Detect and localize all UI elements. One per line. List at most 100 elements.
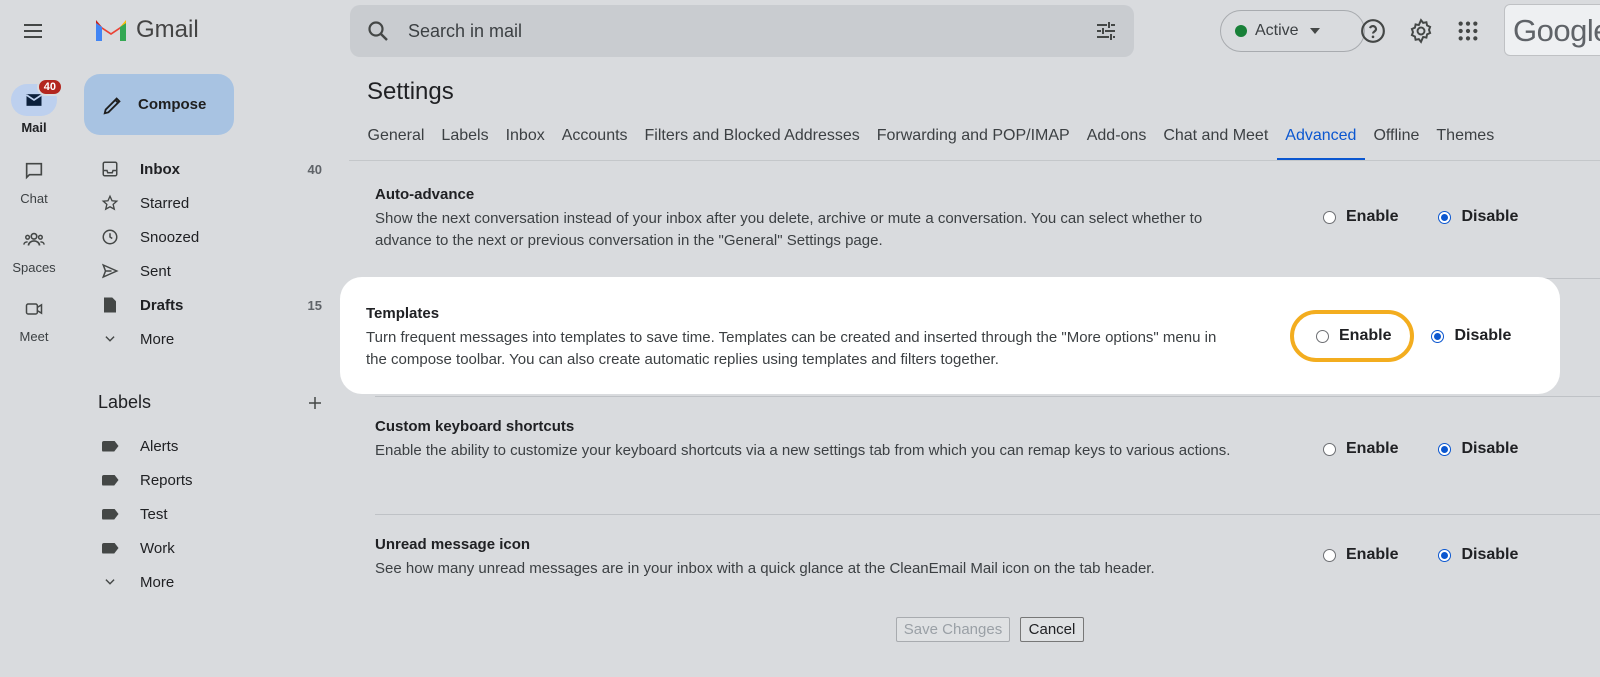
rail-item-meet[interactable]: Meet: [0, 293, 68, 344]
rail-item-label: Spaces: [12, 260, 56, 275]
setting-description: See how many unread messages are in your…: [375, 560, 1155, 577]
page-title: Settings: [367, 78, 454, 105]
tab-advanced[interactable]: Advanced: [1276, 128, 1366, 161]
tab-chat-meet[interactable]: Chat and Meet: [1155, 128, 1277, 158]
sidebar-item-label: Inbox: [140, 160, 180, 178]
auto-advance-enable-option[interactable]: Enable: [1323, 208, 1398, 226]
inbox-icon: [100, 159, 120, 179]
label-item-label: Work: [140, 539, 175, 557]
search-icon[interactable]: [366, 19, 390, 43]
tab-forwarding[interactable]: Forwarding and POP/IMAP: [868, 128, 1078, 158]
tab-filters[interactable]: Filters and Blocked Addresses: [636, 128, 868, 158]
label-item-reports[interactable]: Reports: [100, 466, 322, 494]
compose-button[interactable]: Compose: [84, 74, 234, 135]
sidebar-item-sent[interactable]: Sent: [100, 257, 322, 285]
rail-item-label: Chat: [20, 191, 48, 206]
label-item-alerts[interactable]: Alerts: [100, 432, 322, 460]
radio-button[interactable]: [1438, 442, 1452, 456]
gmail-logo-text: Gmail: [136, 16, 199, 43]
unread-icon-enable-option[interactable]: Enable: [1323, 546, 1398, 564]
sidebar-item-label: Snoozed: [140, 228, 200, 246]
rail-item-chat[interactable]: Chat: [0, 155, 68, 206]
main-menu-icon[interactable]: [21, 19, 45, 43]
tab-accounts[interactable]: Accounts: [553, 128, 636, 158]
label-item-test[interactable]: Test: [100, 500, 322, 528]
sidebar-item-snoozed[interactable]: Snoozed: [100, 223, 322, 251]
option-label: Disable: [1461, 546, 1519, 563]
unread-icon-radio-group: Enable Disable: [1323, 546, 1518, 564]
tab-general[interactable]: General: [359, 128, 433, 158]
auto-advance-disable-option[interactable]: Disable: [1438, 208, 1518, 226]
label-tag-icon: [100, 538, 120, 558]
google-account-logo[interactable]: Google: [1504, 4, 1600, 56]
radio-button[interactable]: [1438, 210, 1452, 224]
radio-button[interactable]: [1431, 329, 1445, 343]
label-tag-icon: [100, 470, 120, 490]
row-divider: [375, 514, 1600, 515]
apps-grid-icon[interactable]: [1455, 18, 1481, 44]
templates-text: Templates Turn frequent messages into te…: [366, 305, 1246, 371]
radio-button[interactable]: [1438, 548, 1452, 562]
sidebar-item-label: Sent: [140, 262, 171, 280]
app-rail: 40 Mail Chat Spaces Meet: [0, 0, 70, 677]
setting-title: Auto-advance: [375, 186, 475, 203]
label-item-label: Alerts: [140, 437, 179, 455]
pencil-icon: [102, 94, 124, 116]
caret-down-icon: [1309, 27, 1321, 35]
rail-spaces-wrap: [11, 224, 57, 256]
shortcuts-enable-option[interactable]: Enable: [1323, 440, 1398, 458]
gmail-logo[interactable]: Gmail: [94, 16, 199, 44]
sidebar-item-label: More: [140, 330, 175, 348]
setting-description: Turn frequent messages into templates to…: [366, 329, 1217, 368]
sidebar-item-label: Drafts: [140, 296, 184, 314]
setting-title: Templates: [366, 305, 440, 322]
sidebar-item-more[interactable]: More: [100, 325, 322, 353]
search-input[interactable]: Search in mail: [408, 21, 522, 42]
option-label: Enable: [1346, 440, 1399, 457]
add-label-icon[interactable]: [306, 394, 324, 412]
clock-icon: [100, 227, 120, 247]
labels-section-header: Labels: [98, 392, 324, 413]
mail-unread-badge: 40: [36, 78, 63, 96]
status-indicator: [1235, 25, 1247, 37]
sidebar-item-drafts[interactable]: Drafts 15: [100, 291, 322, 319]
search-options-icon[interactable]: [1094, 19, 1118, 43]
tab-themes[interactable]: Themes: [1428, 128, 1503, 158]
templates-disable-option[interactable]: Disable: [1431, 327, 1511, 345]
status-dropdown[interactable]: Active: [1220, 10, 1365, 52]
gear-icon[interactable]: [1408, 18, 1434, 44]
radio-button[interactable]: [1323, 548, 1336, 562]
cancel-button[interactable]: Cancel: [1020, 617, 1084, 642]
radio-button[interactable]: [1323, 210, 1336, 224]
setting-title: Custom keyboard shortcuts: [375, 418, 575, 435]
labels-more-label: More: [140, 573, 175, 591]
tab-inbox[interactable]: Inbox: [497, 128, 553, 158]
search-bar[interactable]: Search in mail: [350, 5, 1134, 57]
rail-item-spaces[interactable]: Spaces: [0, 224, 68, 275]
tabs-divider: [349, 160, 1600, 161]
label-item-work[interactable]: Work: [100, 534, 322, 562]
labels-heading: Labels: [98, 392, 152, 412]
save-changes-button[interactable]: Save Changes: [896, 617, 1010, 642]
gmail-m-icon: [96, 20, 126, 41]
chat-icon: [25, 162, 43, 180]
option-label: Disable: [1461, 208, 1519, 225]
tab-offline[interactable]: Offline: [1365, 128, 1428, 158]
sidebar-item-inbox[interactable]: Inbox 40: [100, 155, 322, 183]
inbox-count: 40: [307, 161, 322, 177]
label-tag-icon: [100, 436, 120, 456]
labels-more[interactable]: More: [100, 568, 322, 596]
rail-chat-wrap: [11, 155, 57, 187]
row-divider: [375, 396, 1600, 397]
tab-addons[interactable]: Add-ons: [1078, 128, 1155, 158]
shortcuts-disable-option[interactable]: Disable: [1438, 440, 1518, 458]
radio-button[interactable]: [1323, 442, 1336, 456]
unread-icon-disable-option[interactable]: Disable: [1438, 546, 1518, 564]
option-label: Enable: [1346, 546, 1399, 563]
rail-item-mail[interactable]: 40 Mail: [0, 78, 68, 135]
sidebar-item-starred[interactable]: Starred: [100, 189, 322, 217]
rail-meet-wrap: [11, 293, 57, 325]
help-icon[interactable]: [1360, 18, 1386, 44]
tab-labels[interactable]: Labels: [433, 128, 497, 158]
drafts-count: 15: [307, 297, 322, 313]
